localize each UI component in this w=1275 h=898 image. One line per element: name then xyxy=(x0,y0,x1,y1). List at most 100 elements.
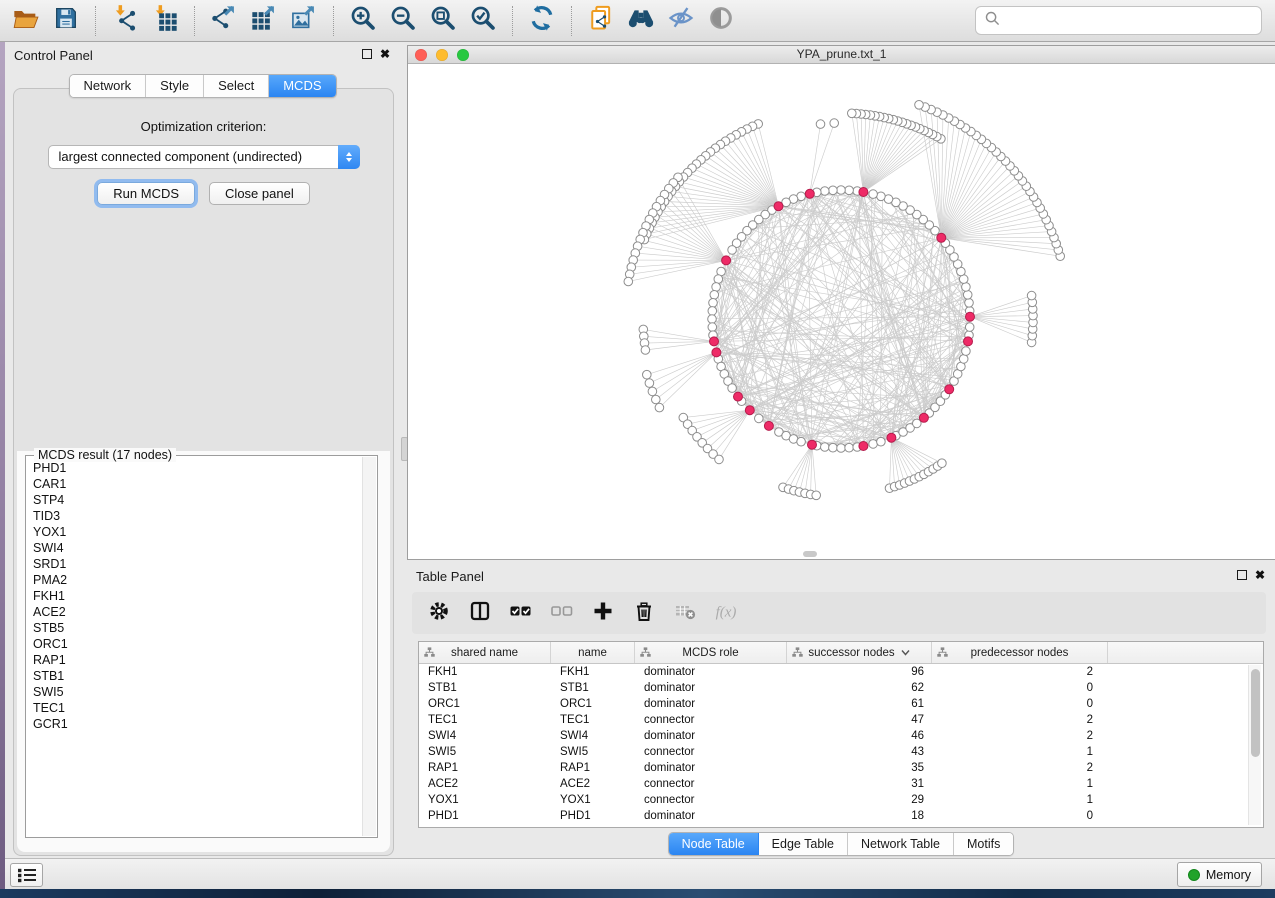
hide-selected-button[interactable] xyxy=(664,4,698,38)
cell-shared-name[interactable]: SWI4 xyxy=(419,730,551,742)
find-button[interactable] xyxy=(624,4,658,38)
table-row[interactable]: TEC1TEC1connector472 xyxy=(419,712,1263,728)
cell-predecessor-nodes[interactable]: 1 xyxy=(932,778,1108,790)
mcds-result-node[interactable]: RAP1 xyxy=(33,652,362,668)
cell-predecessor-nodes[interactable]: 0 xyxy=(932,698,1108,710)
cell-predecessor-nodes[interactable]: 0 xyxy=(932,682,1108,694)
table-row[interactable]: ACE2ACE2connector311 xyxy=(419,776,1263,792)
tab-motifs[interactable]: Motifs xyxy=(954,833,1013,855)
mcds-result-node[interactable]: CAR1 xyxy=(33,476,362,492)
zoom-in-button[interactable] xyxy=(346,4,380,38)
column-header-name[interactable]: name xyxy=(551,642,635,663)
cell-shared-name[interactable]: YOX1 xyxy=(419,794,551,806)
import-network-button[interactable] xyxy=(108,4,142,38)
tab-edge-table[interactable]: Edge Table xyxy=(759,833,848,855)
new-network-from-selection-button[interactable] xyxy=(584,4,618,38)
tab-network-table[interactable]: Network Table xyxy=(848,833,954,855)
cell-MCDS-role[interactable]: dominator xyxy=(635,698,787,710)
cell-predecessor-nodes[interactable]: 0 xyxy=(932,810,1108,822)
mcds-result-node[interactable]: ACE2 xyxy=(33,604,362,620)
maximize-window-icon[interactable] xyxy=(457,49,469,61)
table-scrollbar[interactable] xyxy=(1248,665,1261,825)
minimize-window-icon[interactable] xyxy=(436,49,448,61)
search-input[interactable] xyxy=(1006,12,1261,29)
mcds-result-node[interactable]: TEC1 xyxy=(33,700,362,716)
save-session-button[interactable] xyxy=(49,4,83,38)
cell-shared-name[interactable]: ORC1 xyxy=(419,698,551,710)
mcds-result-node[interactable]: STP4 xyxy=(33,492,362,508)
import-table-button[interactable] xyxy=(148,4,182,38)
cell-name[interactable]: TEC1 xyxy=(551,714,635,726)
zoom-out-button[interactable] xyxy=(386,4,420,38)
cell-successor-nodes[interactable]: 47 xyxy=(787,714,932,726)
table-row[interactable]: YOX1YOX1connector291 xyxy=(419,792,1263,808)
cell-predecessor-nodes[interactable]: 2 xyxy=(932,714,1108,726)
run-mcds-button[interactable]: Run MCDS xyxy=(97,182,195,205)
memory-button[interactable]: Memory xyxy=(1177,862,1262,887)
cell-MCDS-role[interactable]: dominator xyxy=(635,730,787,742)
export-table-button[interactable] xyxy=(247,4,281,38)
cell-successor-nodes[interactable]: 62 xyxy=(787,682,932,694)
mcds-result-node[interactable]: SRD1 xyxy=(33,556,362,572)
cell-MCDS-role[interactable]: connector xyxy=(635,794,787,806)
table-row[interactable]: SWI5SWI5connector431 xyxy=(419,744,1263,760)
search-box[interactable] xyxy=(975,6,1262,35)
cell-predecessor-nodes[interactable]: 2 xyxy=(932,730,1108,742)
close-window-icon[interactable] xyxy=(415,49,427,61)
cell-name[interactable]: RAP1 xyxy=(551,762,635,774)
mcds-result-node[interactable]: TID3 xyxy=(33,508,362,524)
cell-successor-nodes[interactable]: 18 xyxy=(787,810,932,822)
cell-successor-nodes[interactable]: 61 xyxy=(787,698,932,710)
close-panel-icon[interactable]: ✖ xyxy=(380,48,390,60)
add-row-button[interactable] xyxy=(591,601,615,625)
cell-MCDS-role[interactable]: dominator xyxy=(635,682,787,694)
export-network-button[interactable] xyxy=(207,4,241,38)
cell-name[interactable]: ORC1 xyxy=(551,698,635,710)
cell-shared-name[interactable]: FKH1 xyxy=(419,666,551,678)
column-header-predecessor-nodes[interactable]: predecessor nodes xyxy=(932,642,1108,663)
cell-successor-nodes[interactable]: 29 xyxy=(787,794,932,806)
open-file-button[interactable] xyxy=(9,4,43,38)
table-row[interactable]: PHD1PHD1dominator180 xyxy=(419,808,1263,824)
show-columns-button[interactable] xyxy=(468,601,492,625)
table-row[interactable]: ORC1ORC1dominator610 xyxy=(419,696,1263,712)
mcds-result-node[interactable]: PHD1 xyxy=(33,460,362,476)
cell-shared-name[interactable]: RAP1 xyxy=(419,762,551,774)
select-all-button[interactable] xyxy=(509,601,533,625)
cell-name[interactable]: SWI5 xyxy=(551,746,635,758)
cell-name[interactable]: FKH1 xyxy=(551,666,635,678)
table-row[interactable]: SWI4SWI4dominator462 xyxy=(419,728,1263,744)
mcds-result-node[interactable]: SWI5 xyxy=(33,684,362,700)
cell-MCDS-role[interactable]: dominator xyxy=(635,810,787,822)
cell-MCDS-role[interactable]: dominator xyxy=(635,762,787,774)
table-row[interactable]: STB1STB1dominator620 xyxy=(419,680,1263,696)
tab-mcds[interactable]: MCDS xyxy=(269,75,335,97)
cell-name[interactable]: SWI4 xyxy=(551,730,635,742)
network-window-titlebar[interactable]: YPA_prune.txt_1 xyxy=(408,46,1275,64)
cell-shared-name[interactable]: STB1 xyxy=(419,682,551,694)
tab-style[interactable]: Style xyxy=(146,75,204,97)
cell-predecessor-nodes[interactable]: 1 xyxy=(932,746,1108,758)
tab-network[interactable]: Network xyxy=(69,75,146,97)
show-all-button[interactable] xyxy=(704,4,738,38)
mcds-result-node[interactable]: YOX1 xyxy=(33,524,362,540)
mcds-result-scrollbar[interactable] xyxy=(362,457,376,836)
column-header-shared-name[interactable]: shared name xyxy=(419,642,551,663)
mcds-result-node[interactable]: STB5 xyxy=(33,620,362,636)
delete-rows-button[interactable] xyxy=(632,601,656,625)
table-row[interactable]: FKH1FKH1dominator962 xyxy=(419,664,1263,680)
network-graph[interactable] xyxy=(408,63,1274,559)
zoom-selected-button[interactable] xyxy=(466,4,500,38)
cell-predecessor-nodes[interactable]: 1 xyxy=(932,794,1108,806)
cell-shared-name[interactable]: ACE2 xyxy=(419,778,551,790)
mcds-result-node[interactable]: GCR1 xyxy=(33,716,362,732)
split-pane-divider[interactable] xyxy=(400,42,407,858)
network-hscrollbar-thumb[interactable] xyxy=(803,551,817,557)
criterion-dropdown[interactable]: largest connected component (undirected) xyxy=(48,145,360,169)
mcds-result-node[interactable]: STB1 xyxy=(33,668,362,684)
cell-name[interactable]: PHD1 xyxy=(551,810,635,822)
mcds-result-node[interactable]: ORC1 xyxy=(33,636,362,652)
table-row[interactable]: RAP1RAP1dominator352 xyxy=(419,760,1263,776)
cell-shared-name[interactable]: TEC1 xyxy=(419,714,551,726)
zoom-fit-button[interactable] xyxy=(426,4,460,38)
